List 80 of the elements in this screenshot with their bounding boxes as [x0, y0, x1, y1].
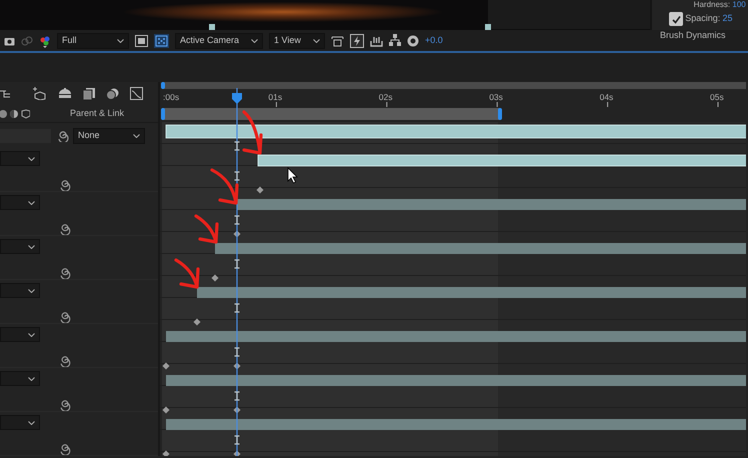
keyframe-icon[interactable]	[234, 230, 240, 238]
solo-lock-icons-drawing	[0, 109, 30, 120]
chevron-icon	[28, 200, 35, 205]
exposure-icon[interactable]	[407, 34, 419, 46]
keyframe-icon[interactable]	[234, 450, 240, 456]
pixel-aspect-icon[interactable]	[331, 34, 344, 46]
chevron-icon	[28, 332, 35, 337]
pick-whip-icon[interactable]	[59, 179, 71, 192]
transparency-grid-icon[interactable]	[154, 34, 169, 48]
chevron-icon	[28, 288, 35, 293]
marker-icon	[234, 435, 240, 445]
keyframe-icon[interactable]	[212, 274, 218, 282]
pick-whip-icon[interactable]	[59, 355, 71, 368]
marker-icon	[234, 171, 240, 181]
hardness-value[interactable]: 100	[732, 0, 746, 9]
view-layout-dropdown[interactable]: 1 View	[269, 32, 325, 48]
brush-dynamics-heading: Brush Dynamics	[660, 29, 726, 42]
pick-whip-icon[interactable]	[56, 130, 68, 142]
keyframe-icon[interactable]	[162, 406, 170, 414]
pick-whip-icon[interactable]	[59, 399, 71, 412]
transform-handle[interactable]	[485, 24, 491, 30]
marker-icon	[234, 259, 240, 269]
keyframe-icon[interactable]	[234, 406, 240, 414]
time-ruler-label: 05s	[710, 92, 724, 102]
chevron-icon	[117, 38, 124, 42]
transform-handle[interactable]	[209, 24, 215, 30]
marker-icon	[234, 347, 240, 357]
marker-icon	[234, 391, 240, 401]
chevron-icon	[251, 38, 258, 42]
marker-icon	[234, 215, 240, 225]
hierarchy-icon[interactable]	[0, 88, 12, 99]
chevron-icon	[28, 156, 35, 161]
pick-whip-icon[interactable]	[59, 223, 71, 236]
arrow-annotation	[174, 258, 200, 289]
chevron-icon	[28, 376, 35, 381]
timeline-icon[interactable]	[370, 34, 383, 46]
pick-whip-icon[interactable]	[59, 443, 71, 456]
keyframe-icon[interactable]	[194, 318, 200, 326]
marker-icon	[234, 141, 240, 151]
playhead-handle[interactable]	[232, 93, 242, 104]
keyframe-icon[interactable]	[256, 186, 264, 194]
navigator-handle[interactable]	[161, 82, 165, 89]
check-icon	[672, 14, 680, 24]
time-ruler-label: 01s	[268, 92, 282, 102]
camera-icon[interactable]	[4, 36, 15, 46]
time-ruler-label: :00s	[163, 92, 180, 102]
keyframe-icon[interactable]	[162, 450, 170, 456]
arrow-annotation	[242, 110, 263, 155]
cube-star-icon[interactable]	[33, 87, 47, 100]
chevron-icon	[133, 134, 140, 138]
fast-preview-icon[interactable]	[350, 34, 364, 48]
time-ruler-label: 04s	[600, 92, 614, 102]
work-area-start-handle[interactable]	[161, 108, 165, 120]
graph-editor-icon[interactable]	[130, 87, 143, 100]
arrow-annotation	[194, 214, 219, 244]
spacing-value[interactable]: 25	[722, 12, 733, 26]
time-ruler-label: 03s	[489, 92, 503, 102]
pick-whip-icon[interactable]	[59, 311, 71, 324]
chevron-icon	[28, 420, 35, 425]
camera-view-dropdown[interactable]: Active Camera	[175, 32, 263, 48]
parent-dropdown[interactable]: None	[73, 128, 145, 144]
resolution-dropdown[interactable]: Full	[57, 32, 129, 48]
region-of-interest-icon[interactable]	[135, 34, 148, 46]
chevron-icon	[313, 38, 320, 42]
column-header[interactable]: Parent & Link	[70, 107, 124, 121]
work-area-end-handle[interactable]	[498, 108, 502, 120]
chevron-icon	[28, 244, 35, 249]
keyframe-icon[interactable]	[162, 362, 170, 370]
marker-icon	[234, 303, 240, 313]
pick-whip-icon[interactable]	[59, 267, 71, 280]
cursor-icon	[288, 167, 298, 184]
spacing-checkbox[interactable]	[669, 12, 683, 26]
time-ruler-label: 02s	[378, 92, 393, 102]
arrow-annotation	[210, 168, 239, 205]
keyframe-icon[interactable]	[234, 362, 240, 370]
spacing-label: Spacing:	[685, 12, 720, 26]
exposure-value[interactable]: +0.0	[425, 34, 443, 48]
rgb-channels-icon[interactable]	[39, 34, 51, 48]
hardness-label: Hardness:	[694, 0, 730, 9]
flowchart-icon[interactable]	[389, 34, 401, 47]
